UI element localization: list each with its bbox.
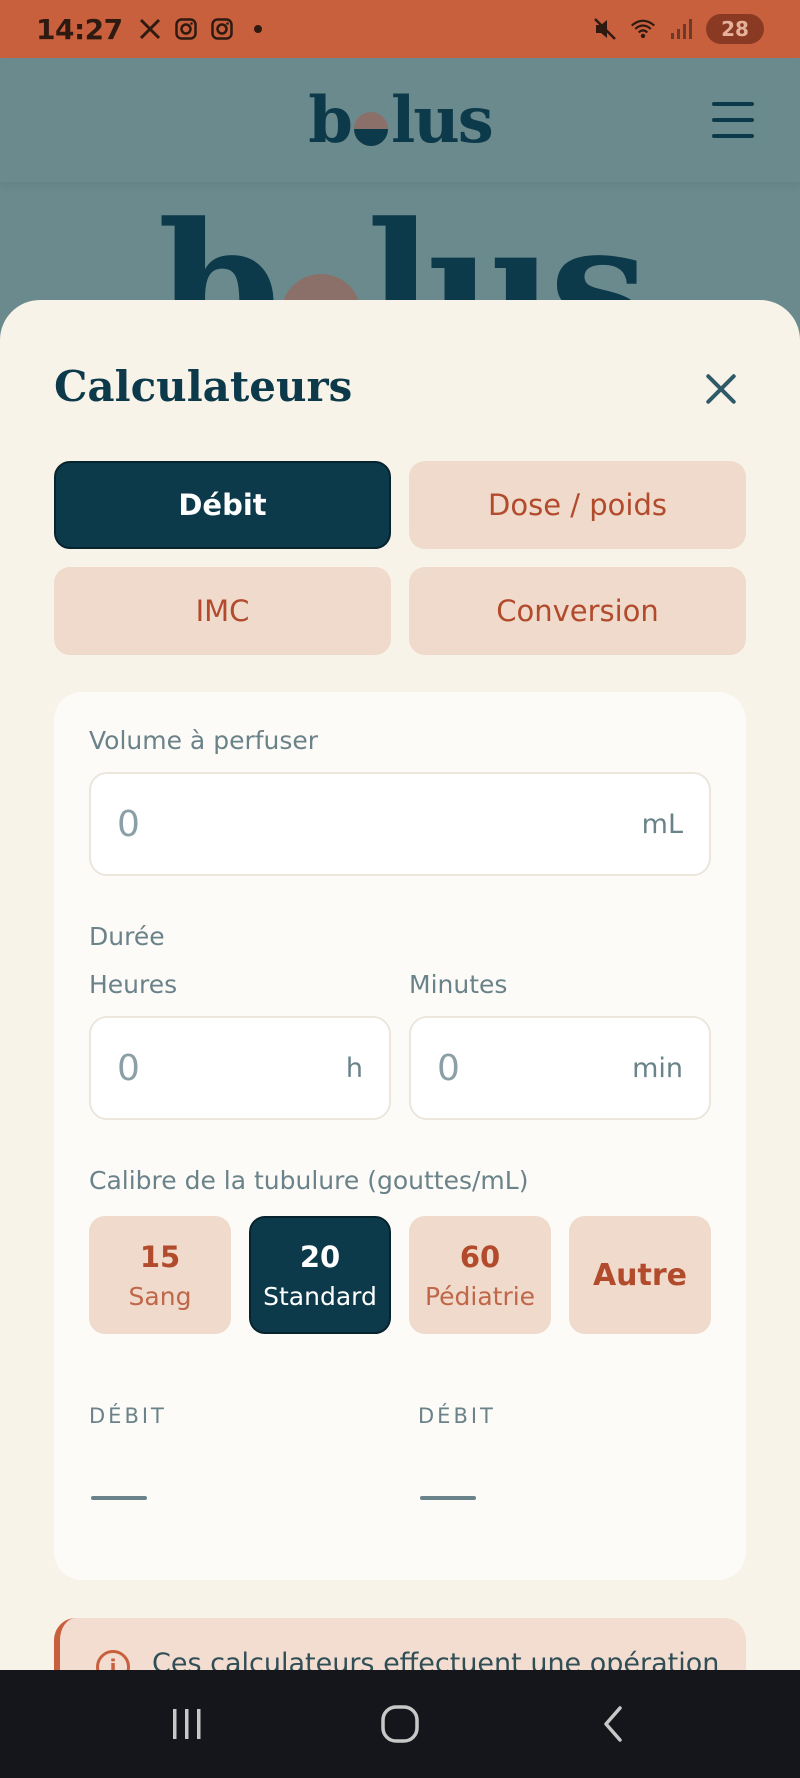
close-icon[interactable] [704, 372, 738, 406]
calibre-value: Autre [592, 1257, 688, 1293]
instagram-icon [173, 16, 199, 42]
volume-input[interactable]: 0 mL [89, 772, 711, 876]
x-icon [137, 16, 163, 42]
tab-imc[interactable]: IMC [54, 567, 391, 655]
status-bar: 14:27 28 [0, 0, 800, 58]
volume-value: 0 [117, 803, 140, 845]
duree-label: Durée [89, 922, 165, 951]
debit-calculator-card: Volume à perfuser 0 mL Durée Heures Minu… [54, 692, 746, 1580]
calibre-option-15[interactable]: 15 Sang [89, 1216, 231, 1334]
calibre-sublabel: Sang [128, 1281, 192, 1311]
calibre-sublabel: Pédiatrie [424, 1281, 536, 1311]
calibre-value: 60 [459, 1239, 501, 1274]
calibre-option-autre[interactable]: Autre [569, 1216, 711, 1334]
recent-apps-icon[interactable] [147, 1694, 227, 1754]
calibre-label: Calibre de la tubulure (gouttes/mL) [89, 1166, 529, 1195]
system-nav-bar [0, 1670, 800, 1778]
dot-icon [245, 16, 271, 42]
sheet-title: Calculateurs [54, 362, 353, 411]
back-icon[interactable] [573, 1694, 653, 1754]
volume-label: Volume à perfuser [89, 726, 319, 755]
tab-conversion[interactable]: Conversion [409, 567, 746, 655]
battery-indicator: 28 [706, 14, 764, 44]
heures-unit: h [345, 1052, 363, 1084]
minutes-input[interactable]: 0 min [409, 1016, 711, 1120]
logo-text-left: b [308, 82, 353, 158]
home-icon[interactable] [360, 1694, 440, 1754]
info-banner: i Ces calculateurs effectuent une opérat… [54, 1618, 746, 1670]
app-header: b lus [0, 58, 800, 182]
logo-text-right: lus [390, 82, 494, 158]
system-icons: 28 [592, 14, 764, 44]
menu-icon[interactable] [712, 102, 754, 138]
mute-icon [592, 16, 618, 42]
heures-value: 0 [117, 1047, 140, 1089]
heures-input[interactable]: 0 h [89, 1016, 391, 1120]
instagram-icon [209, 16, 235, 42]
result-placeholder-left [91, 1496, 147, 1500]
info-text: Ces calculateurs effectuent une opératio… [152, 1648, 720, 1670]
app-logo[interactable]: b lus [308, 82, 494, 158]
tab-debit[interactable]: Débit [54, 461, 391, 549]
minutes-value: 0 [437, 1047, 460, 1089]
tab-dose-poids[interactable]: Dose / poids [409, 461, 746, 549]
minutes-unit: min [632, 1052, 683, 1084]
notification-icons [137, 16, 271, 42]
calibre-option-20[interactable]: 20 Standard [249, 1216, 391, 1334]
signal-icon [668, 16, 694, 42]
calibre-value: 15 [139, 1239, 181, 1274]
calculator-tabs: Débit Dose / poids IMC Conversion [54, 461, 746, 655]
result-label-right: DÉBIT [418, 1404, 496, 1428]
volume-unit: mL [641, 808, 683, 840]
minutes-label: Minutes [409, 970, 508, 999]
calculators-sheet: Calculateurs Débit Dose / poids IMC Conv… [0, 300, 800, 1670]
calibre-value: 20 [299, 1239, 341, 1274]
status-time: 14:27 [36, 12, 123, 46]
heures-label: Heures [89, 970, 178, 999]
result-placeholder-right [420, 1496, 476, 1500]
wifi-icon [630, 16, 656, 42]
result-label-left: DÉBIT [89, 1404, 167, 1428]
battery-level: 28 [721, 17, 749, 41]
info-icon: i [96, 1650, 130, 1670]
calibre-sublabel: Standard [263, 1281, 377, 1311]
calibre-option-60[interactable]: 60 Pédiatrie [409, 1216, 551, 1334]
calibre-options: 15 Sang 20 Standard 60 Pédiatrie Autre [89, 1216, 713, 1334]
logo-dot-icon [353, 111, 388, 146]
